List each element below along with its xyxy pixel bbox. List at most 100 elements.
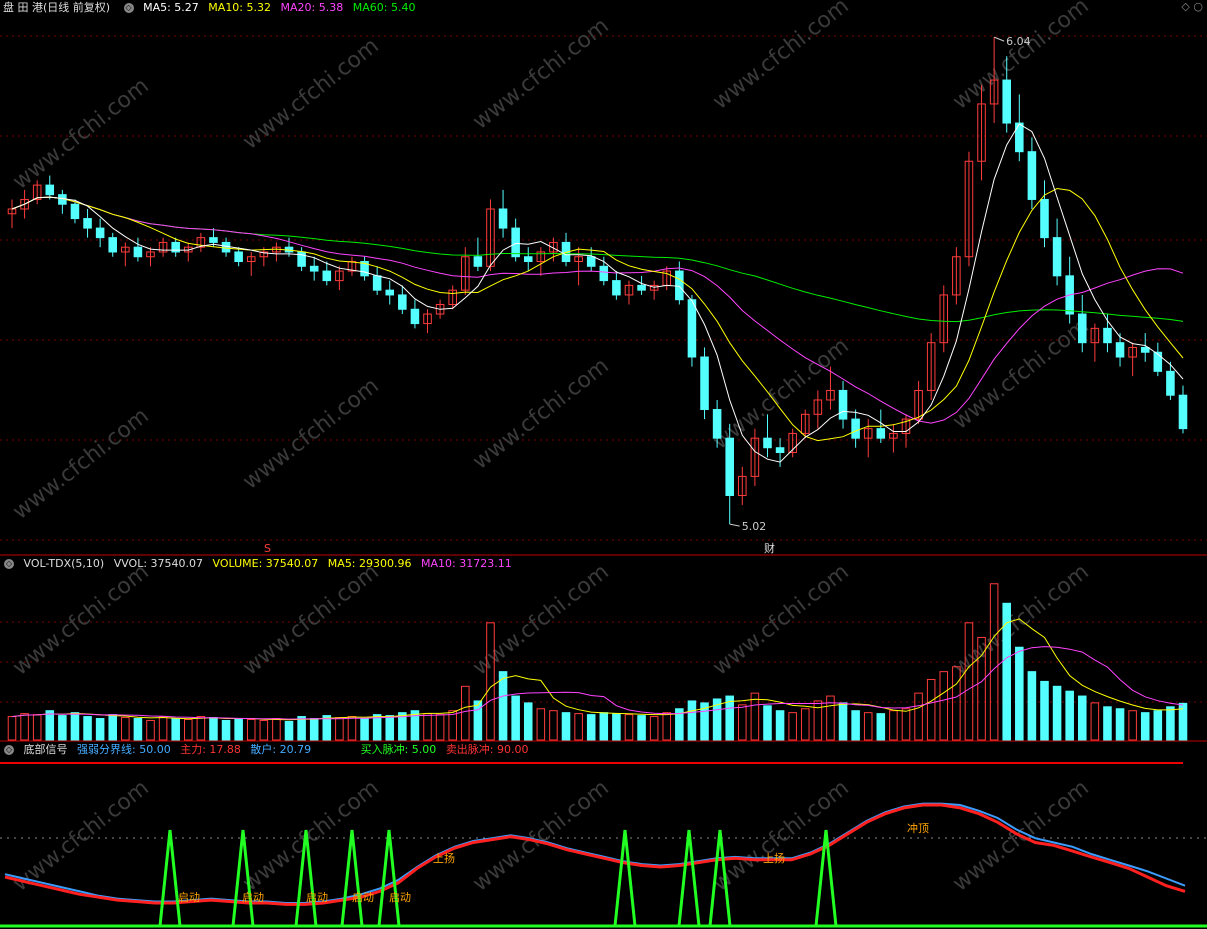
candle-body (372, 275, 382, 291)
candle-body (1027, 151, 1037, 200)
buy-pulse-spike (677, 829, 701, 927)
vvol-label: VVOL: 37540.07 (113, 557, 204, 570)
volume-bar (234, 718, 243, 741)
volume-bar (259, 719, 269, 741)
buy-pulse-spike (158, 829, 182, 927)
volume-bar (549, 710, 558, 741)
collapse-icon[interactable]: ◇ (4, 559, 14, 569)
volume-bar (1065, 690, 1074, 741)
candle-body (1002, 79, 1011, 124)
volume-bar (914, 692, 923, 741)
volume-bar (813, 700, 823, 741)
volume-bar (284, 720, 294, 741)
watermark-text: www.cfchi.com (8, 559, 153, 680)
rise-label: 上扬 (763, 851, 785, 865)
candle-body (95, 227, 105, 239)
indicator-header: ◇ 底部信号 强弱分界线: 50.00 主力: 17.88 散户: 20.79 … (0, 742, 535, 758)
candle-body (1166, 370, 1175, 396)
volume-bar (7, 716, 17, 741)
marker-s: S (264, 542, 271, 555)
top-label: 冲顶 (907, 821, 929, 835)
volume-bar (1140, 712, 1150, 741)
volume-chart: www.cfchi.com www.cfchi.com www.cfchi.com w… (0, 559, 1207, 742)
collapse-icon[interactable]: ◇ (4, 745, 14, 755)
volume-bar (687, 700, 697, 741)
high-label: 6.04 (1006, 35, 1031, 48)
candle-body (612, 280, 621, 296)
volume-bar (423, 713, 432, 741)
volume-bar (637, 715, 646, 741)
volume-bar (1103, 706, 1112, 741)
volume-bar (196, 716, 206, 741)
volume-bar (523, 702, 533, 741)
volume-bar (889, 710, 898, 741)
candle-body (108, 237, 118, 253)
volume-bar (1128, 710, 1137, 741)
candle-body (1153, 351, 1163, 372)
buy-pulse-label: 买入脉冲: 5.00 (360, 743, 437, 756)
candle-body (1077, 313, 1087, 344)
volume-bar (171, 718, 180, 741)
candle-body (586, 256, 596, 267)
volume-bar (574, 713, 583, 741)
volume-bar (473, 700, 483, 741)
volume-bar (322, 715, 332, 741)
candle-body (523, 256, 533, 263)
volume-bar (372, 714, 382, 741)
candle-body (637, 284, 646, 291)
volume-bar (964, 622, 974, 741)
volume-bar (184, 718, 193, 741)
candle-body (1052, 237, 1062, 277)
watermark-text: www.cfchi.com (8, 73, 153, 194)
watermark-text: www.cfchi.com (708, 0, 853, 115)
volume-bar (221, 719, 231, 741)
candle-body (473, 256, 483, 267)
volume-bar (1040, 680, 1049, 741)
price-chart: www.cfchi.com www.cfchi.com www.cfchi.com w… (0, 0, 1207, 556)
volume-bar (561, 712, 571, 741)
candle-body (322, 270, 332, 282)
volume-bar (586, 714, 596, 741)
watermark-text: www.cfchi.com (8, 775, 153, 896)
volume-bar (1027, 671, 1037, 741)
buy-pulse-spike (377, 829, 401, 927)
volume-bar (1002, 602, 1011, 741)
candle-body (309, 265, 319, 272)
candle-body (599, 265, 609, 282)
candle-body (687, 299, 697, 358)
volume-bar (435, 714, 445, 741)
volume-bar (385, 715, 395, 741)
volume-bar (272, 718, 281, 741)
volume-bar (461, 685, 470, 741)
candle-body (700, 356, 709, 411)
volume-label: VOLUME: 37540.07 (212, 557, 319, 570)
volume-bar (788, 712, 797, 741)
volume-bar (838, 702, 848, 741)
sell-pulse-label: 卖出脉冲: 90.00 (445, 743, 529, 756)
candle-body (398, 294, 407, 310)
volume-bar (335, 717, 344, 741)
candle-body (851, 418, 860, 439)
candle-body (675, 270, 684, 301)
start-label: 启动 (306, 891, 328, 904)
volume-bar (775, 710, 785, 741)
buy-pulse-spike (340, 829, 364, 927)
low-label: 5.02 (742, 520, 767, 533)
candle-body (763, 437, 772, 449)
buy-pulse-spike (613, 829, 637, 927)
volume-bar (209, 717, 218, 741)
start-label: 启动 (178, 891, 200, 904)
start-label: 启动 (242, 891, 264, 904)
volume-bar (1015, 646, 1024, 741)
candle-body (209, 237, 218, 243)
volume-bar (309, 718, 319, 741)
volume-bar (863, 712, 873, 741)
volume-bar (297, 716, 306, 741)
indicator-panel: www.cfchi.com www.cfchi.com www.cfchi.com w… (0, 742, 1207, 929)
volume-bar (70, 712, 80, 741)
volume-bar (939, 671, 949, 741)
candle-body (775, 447, 785, 454)
candle-body (1103, 327, 1112, 344)
volume-bar (146, 719, 155, 741)
watermark-text: www.cfchi.com (468, 775, 613, 896)
